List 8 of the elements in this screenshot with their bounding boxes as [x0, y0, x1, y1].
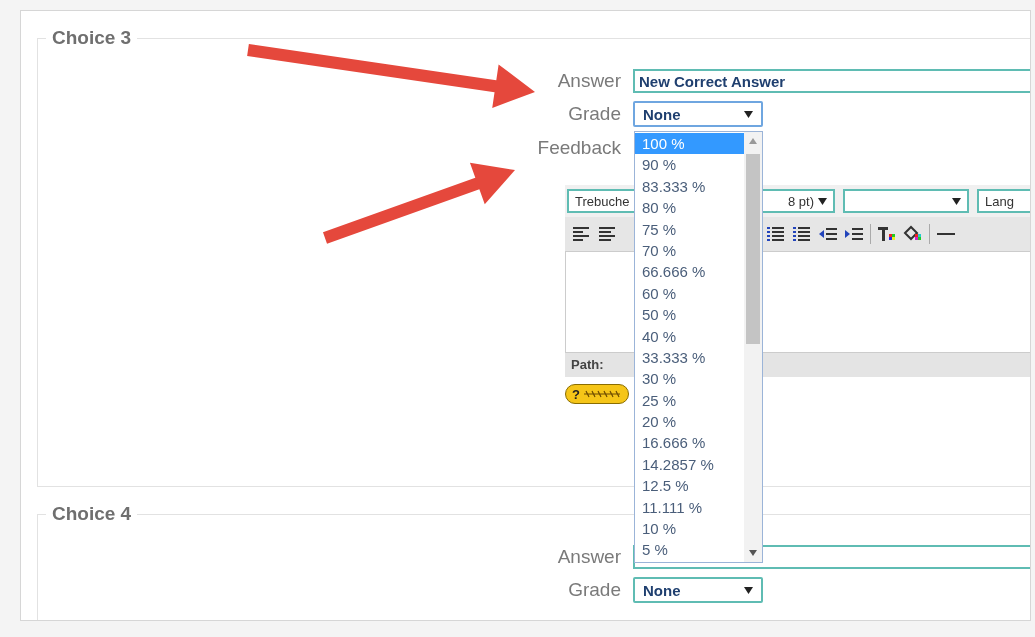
section-legend: Choice 3	[46, 27, 138, 49]
field-label: Answer	[557, 70, 621, 92]
field-label: Answer	[557, 546, 621, 568]
section-legend: Choice 4	[46, 503, 138, 525]
field-label: Feedback	[537, 137, 621, 159]
font-size: 8 pt)	[788, 193, 814, 209]
field-label: Grade	[568, 579, 621, 601]
field-label: Grade	[568, 103, 621, 125]
